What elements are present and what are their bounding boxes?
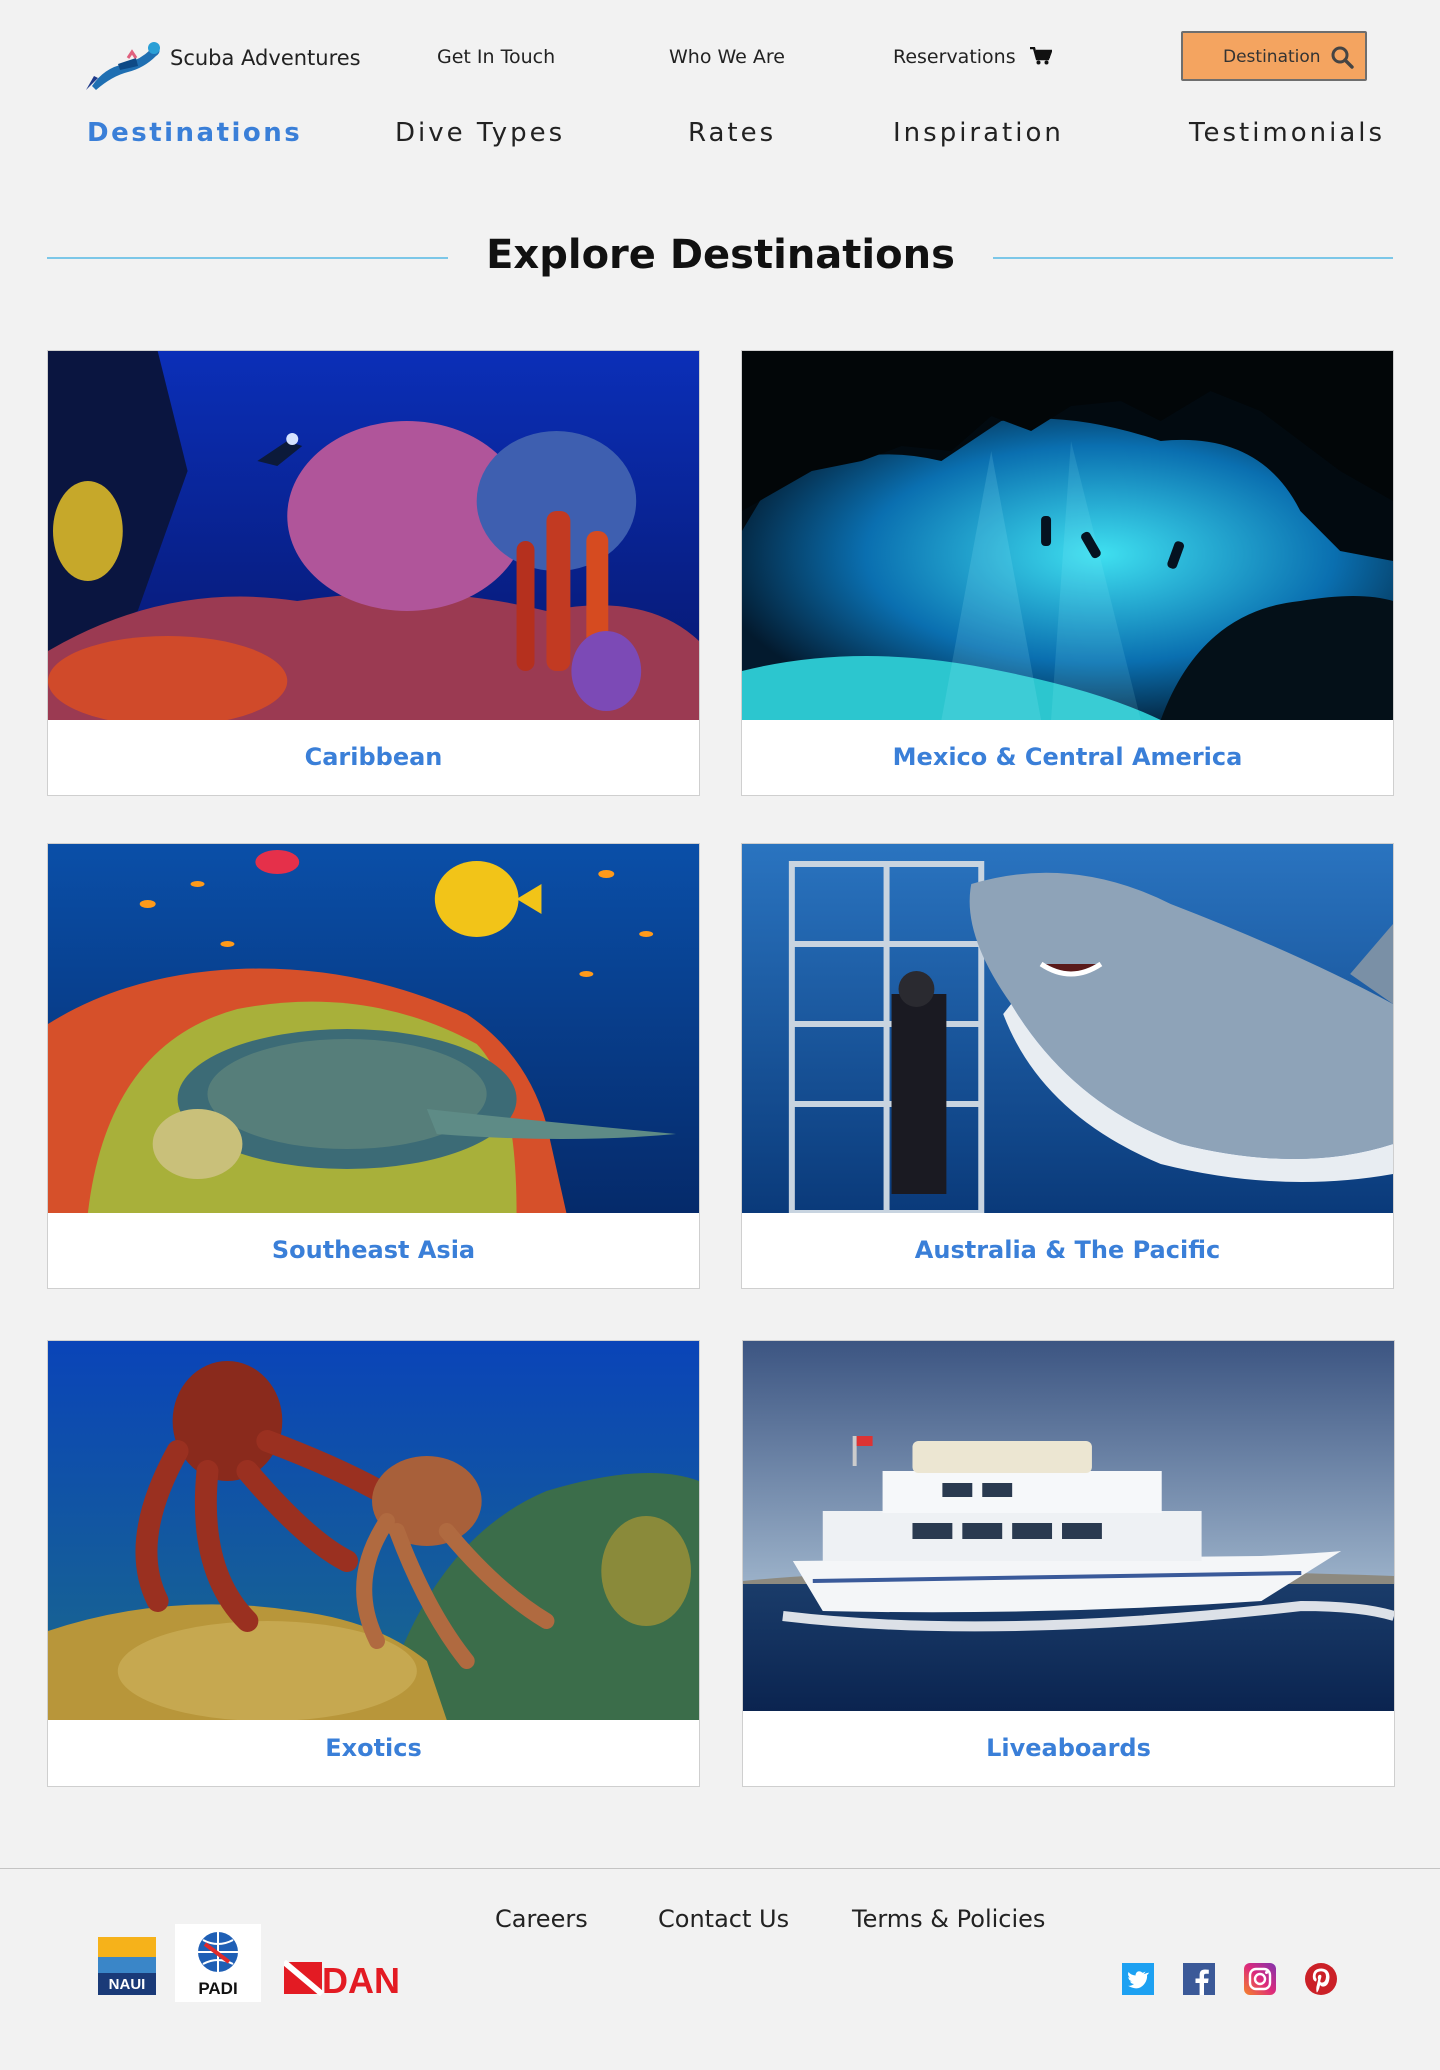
destination-label: Australia & The Pacific	[914, 1236, 1221, 1264]
nav-dive-types[interactable]: Dive Types	[395, 118, 565, 148]
nav-rates[interactable]: Rates	[688, 118, 776, 148]
brand-name: Scuba Adventures	[170, 46, 361, 70]
liveaboard-yacht-photo	[743, 1341, 1394, 1711]
destination-search-label: Destination	[1223, 47, 1321, 67]
footer-divider	[0, 1868, 1440, 1869]
destination-card-australia[interactable]: Australia & The Pacific	[741, 843, 1394, 1289]
padi-logo[interactable]: PADI	[175, 1924, 261, 2002]
dan-logo-text: DAN	[322, 1960, 400, 1998]
pinterest-icon[interactable]	[1305, 1963, 1337, 1995]
heading-rule-left	[47, 257, 448, 259]
destination-card-caribbean[interactable]: Caribbean	[47, 350, 700, 796]
get-in-touch-link[interactable]: Get In Touch	[437, 46, 555, 68]
padi-logo-text: PADI	[198, 1979, 237, 1998]
destination-label: Exotics	[325, 1734, 422, 1762]
instagram-icon[interactable]	[1244, 1963, 1276, 1995]
destination-label: Mexico & Central America	[892, 743, 1243, 771]
cenote-cave-divers-photo	[742, 351, 1393, 720]
search-icon	[1331, 46, 1354, 69]
destination-card-southeast-asia[interactable]: Southeast Asia	[47, 843, 700, 1289]
twitter-icon[interactable]	[1122, 1963, 1154, 1995]
section-title: Explore Destinations	[486, 232, 955, 278]
facebook-icon[interactable]	[1183, 1963, 1215, 1995]
naui-logo-text: NAUI	[109, 1976, 146, 1993]
octopus-reef-photo	[48, 1341, 699, 1720]
destination-label: Liveaboards	[986, 1734, 1151, 1762]
reservations-label: Reservations	[893, 46, 1016, 68]
destination-search-button[interactable]: Destination	[1181, 31, 1367, 81]
heading-rule-right	[993, 257, 1393, 259]
sea-turtle-reef-photo	[48, 844, 699, 1213]
destination-card-exotics[interactable]: Exotics	[47, 1340, 700, 1787]
footer-careers-link[interactable]: Careers	[495, 1905, 588, 1933]
nav-destinations[interactable]: Destinations	[87, 118, 302, 148]
coral-reef-diver-photo	[48, 351, 699, 720]
naui-logo[interactable]: NAUI	[98, 1937, 156, 1995]
brand-logo[interactable]: Scuba Adventures	[84, 38, 384, 94]
dan-logo[interactable]: DAN	[282, 1958, 408, 2001]
who-we-are-link[interactable]: Who We Are	[669, 46, 785, 68]
shark-cage-diving-photo	[742, 844, 1393, 1213]
destination-card-liveaboards[interactable]: Liveaboards	[742, 1340, 1395, 1787]
cart-icon	[1029, 47, 1052, 65]
destination-card-mexico[interactable]: Mexico & Central America	[741, 350, 1394, 796]
reservations-link[interactable]: Reservations	[893, 46, 1052, 68]
footer-terms-link[interactable]: Terms & Policies	[852, 1905, 1045, 1933]
destination-label: Southeast Asia	[271, 1236, 476, 1264]
destination-label: Caribbean	[304, 743, 443, 771]
footer-contact-link[interactable]: Contact Us	[658, 1905, 789, 1933]
diver-logo-icon	[86, 42, 160, 90]
nav-inspiration[interactable]: Inspiration	[893, 118, 1064, 148]
nav-testimonials[interactable]: Testimonials	[1189, 118, 1385, 148]
top-bar: Scuba Adventures Get In Touch Who We Are…	[0, 0, 1440, 110]
